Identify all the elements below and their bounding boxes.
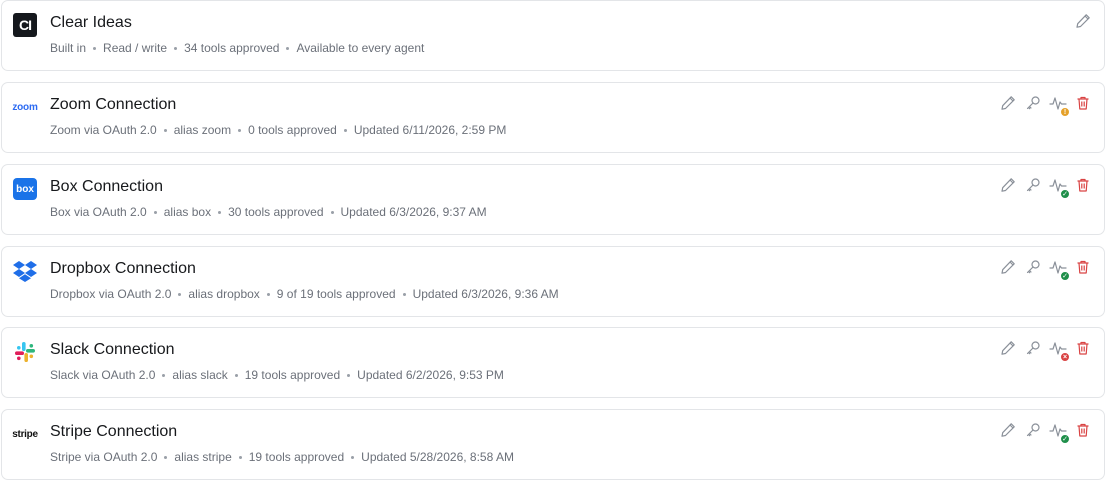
separator-dot xyxy=(347,373,351,377)
connection-name: Slack Connection xyxy=(50,341,175,358)
meta-source: Slack via OAuth 2.0 xyxy=(50,368,156,382)
connection-name: Box Connection xyxy=(50,178,163,195)
key-icon[interactable] xyxy=(1024,94,1042,112)
meta-availability: Available to every agent xyxy=(296,41,425,55)
separator-dot xyxy=(234,373,238,377)
edit-icon[interactable] xyxy=(1074,12,1092,30)
meta-alias: alias slack xyxy=(172,368,228,382)
delete-icon[interactable] xyxy=(1074,176,1092,194)
card-actions xyxy=(1067,12,1092,30)
connection-meta: Stripe via OAuth 2.0 alias stripe 19 too… xyxy=(50,449,514,465)
check-status-icon: ✓ xyxy=(1060,434,1070,444)
health-check-icon[interactable]: ! xyxy=(1049,94,1070,117)
meta-source: Zoom via OAuth 2.0 xyxy=(50,123,157,137)
connection-meta: Dropbox via OAuth 2.0 alias dropbox 9 of… xyxy=(50,286,559,302)
meta-access: Read / write xyxy=(103,41,168,55)
connection-name: Clear Ideas xyxy=(50,14,132,31)
check-status-icon: ✓ xyxy=(1060,271,1070,281)
meta-tools: 30 tools approved xyxy=(228,205,324,219)
health-check-icon[interactable]: ✓ xyxy=(1049,421,1070,444)
health-check-icon[interactable]: ✓ xyxy=(1049,176,1070,199)
meta-source: Dropbox via OAuth 2.0 xyxy=(50,287,172,301)
card-actions: ! xyxy=(992,94,1092,117)
separator-dot xyxy=(153,210,157,214)
card-actions: ✓ xyxy=(992,421,1092,444)
delete-icon[interactable] xyxy=(1074,94,1092,112)
connection-card-clear-ideas[interactable]: CI Clear Ideas Built in Read / write 34 … xyxy=(1,0,1105,71)
connection-name: Stripe Connection xyxy=(50,423,178,440)
meta-updated: Updated 5/28/2026, 8:58 AM xyxy=(361,450,514,464)
meta-alias: alias dropbox xyxy=(188,287,260,301)
zoom-logo: zoom xyxy=(12,101,38,113)
separator-dot xyxy=(402,292,406,296)
connection-name: Dropbox Connection xyxy=(50,260,196,277)
edit-icon[interactable] xyxy=(999,258,1017,276)
edit-icon[interactable] xyxy=(999,421,1017,439)
separator-dot xyxy=(330,210,334,214)
delete-icon[interactable] xyxy=(1074,258,1092,276)
check-status-icon: ✓ xyxy=(1060,189,1070,199)
meta-source: Stripe via OAuth 2.0 xyxy=(50,450,158,464)
separator-dot xyxy=(164,455,168,459)
box-logo: box xyxy=(13,177,37,201)
card-actions: ✓ xyxy=(992,176,1092,199)
edit-icon[interactable] xyxy=(999,176,1017,194)
meta-updated: Updated 6/3/2026, 9:36 AM xyxy=(412,287,559,301)
separator-dot xyxy=(174,46,178,50)
separator-dot xyxy=(162,373,166,377)
separator-dot xyxy=(266,292,270,296)
connection-card-zoom[interactable]: zoom Zoom Connection Zoom via OAuth 2.0 … xyxy=(1,82,1105,153)
slack-logo xyxy=(13,340,37,364)
connection-meta: Zoom via OAuth 2.0 alias zoom 0 tools ap… xyxy=(50,122,506,138)
meta-updated: Updated 6/11/2026, 2:59 PM xyxy=(353,123,507,137)
meta-alias: alias stripe xyxy=(174,450,232,464)
separator-dot xyxy=(178,292,182,296)
card-actions: × xyxy=(992,339,1092,362)
connection-meta: Box via OAuth 2.0 alias box 30 tools app… xyxy=(50,204,487,220)
key-icon[interactable] xyxy=(1024,339,1042,357)
health-check-icon[interactable]: × xyxy=(1049,339,1070,362)
warning-status-icon: ! xyxy=(1060,107,1070,117)
separator-dot xyxy=(218,210,222,214)
health-check-icon[interactable]: ✓ xyxy=(1049,258,1070,281)
connection-card-box[interactable]: box Box Connection Box via OAuth 2.0 ali… xyxy=(1,164,1105,235)
meta-tools: 19 tools approved xyxy=(244,368,341,382)
meta-source: Built in xyxy=(50,41,87,55)
key-icon[interactable] xyxy=(1024,176,1042,194)
key-icon[interactable] xyxy=(1024,258,1042,276)
separator-dot xyxy=(238,455,242,459)
separator-dot xyxy=(286,46,290,50)
meta-alias: alias box xyxy=(163,205,212,219)
meta-tools: 9 of 19 tools approved xyxy=(276,287,396,301)
connection-card-slack[interactable]: Slack Connection Slack via OAuth 2.0 ali… xyxy=(1,327,1105,398)
separator-dot xyxy=(343,128,347,132)
meta-tools: 34 tools approved xyxy=(184,41,280,55)
separator-dot xyxy=(163,128,167,132)
connection-name: Zoom Connection xyxy=(50,96,177,113)
connection-meta: Slack via OAuth 2.0 alias slack 19 tools… xyxy=(50,367,504,383)
stripe-logo: stripe xyxy=(12,428,38,440)
card-actions: ✓ xyxy=(992,258,1092,281)
connection-card-stripe[interactable]: stripe Stripe Connection Stripe via OAut… xyxy=(1,409,1105,480)
edit-icon[interactable] xyxy=(999,339,1017,357)
error-status-icon: × xyxy=(1060,352,1070,362)
edit-icon[interactable] xyxy=(999,94,1017,112)
connection-card-dropbox[interactable]: Dropbox Connection Dropbox via OAuth 2.0… xyxy=(1,246,1105,317)
separator-dot xyxy=(351,455,355,459)
meta-updated: Updated 6/3/2026, 9:37 AM xyxy=(340,205,487,219)
delete-icon[interactable] xyxy=(1074,421,1092,439)
separator-dot xyxy=(93,46,97,50)
separator-dot xyxy=(238,128,242,132)
meta-updated: Updated 6/2/2026, 9:53 PM xyxy=(357,368,504,382)
meta-alias: alias zoom xyxy=(173,123,232,137)
delete-icon[interactable] xyxy=(1074,339,1092,357)
meta-tools: 0 tools approved xyxy=(248,123,337,137)
dropbox-logo xyxy=(13,259,37,283)
clear-ideas-logo: CI xyxy=(13,13,37,37)
meta-tools: 19 tools approved xyxy=(248,450,345,464)
connection-meta: Built in Read / write 34 tools approved … xyxy=(50,40,424,56)
key-icon[interactable] xyxy=(1024,421,1042,439)
meta-source: Box via OAuth 2.0 xyxy=(50,205,147,219)
